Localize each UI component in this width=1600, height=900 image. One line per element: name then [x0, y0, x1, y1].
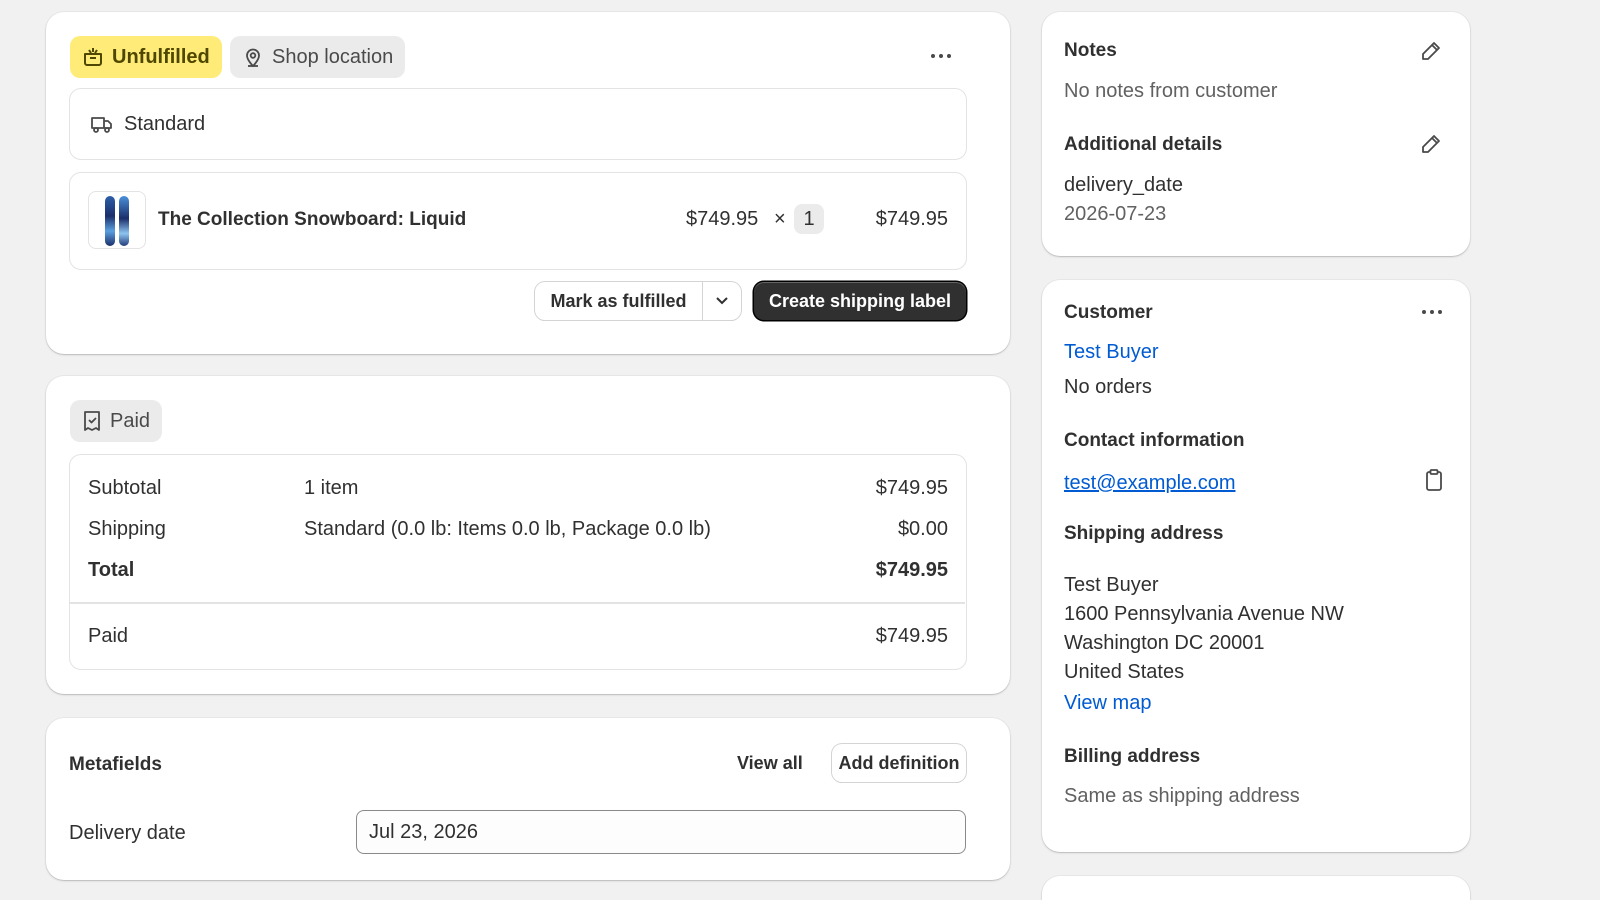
address-line: Washington DC 20001	[1064, 632, 1265, 654]
paid-badge-label: Paid	[110, 409, 151, 432]
paid-badge: Paid	[70, 400, 163, 442]
view-map-link[interactable]: View map	[1064, 692, 1151, 715]
product-thumbnail[interactable]	[88, 191, 146, 249]
fulfill-options-dropdown[interactable]	[703, 282, 741, 320]
detail-key: delivery_date	[1064, 174, 1183, 196]
times-sign: ×	[774, 208, 786, 230]
view-all-link[interactable]: View all	[737, 753, 803, 774]
shipping-address-title: Shipping address	[1064, 523, 1224, 544]
unfulfilled-label: Unfulfilled	[112, 45, 210, 68]
shipping-method-label: Standard	[124, 113, 206, 135]
billing-address-title: Billing address	[1064, 746, 1201, 767]
subtotal-label: Subtotal	[88, 477, 162, 499]
total-amount: $749.95	[875, 559, 948, 581]
shipping-desc: Standard (0.0 lb: Items 0.0 lb, Package …	[304, 518, 711, 540]
subtotal-amount: $749.95	[875, 477, 948, 499]
notes-text: No notes from customer	[1064, 80, 1278, 102]
line-item-box: The Collection Snowboard: Liquid $749.95…	[69, 172, 967, 270]
create-shipping-label-button[interactable]: Create shipping label	[754, 282, 966, 320]
notes-title: Notes	[1064, 40, 1117, 61]
metafields-card: Metafields View all Add definition Deliv…	[46, 718, 1010, 880]
shop-location-badge: Shop location	[230, 36, 406, 78]
next-card-partial	[1042, 876, 1470, 900]
shipping-method-box: Standard	[69, 88, 967, 160]
subtotal-desc: 1 item	[304, 477, 359, 499]
additional-details-title: Additional details	[1064, 134, 1223, 155]
detail-value: 2026-07-23	[1064, 203, 1167, 225]
customer-orders: No orders	[1064, 376, 1152, 398]
chevron-down-icon	[716, 297, 728, 305]
shipping-amount: $0.00	[897, 518, 948, 540]
customer-email-link[interactable]: test@example.com	[1064, 472, 1235, 495]
mark-as-fulfilled-label: Mark as fulfilled	[550, 290, 687, 311]
unfulfilled-icon	[84, 48, 102, 66]
product-title[interactable]: The Collection Snowboard: Liquid	[158, 209, 466, 231]
quantity-badge: 1	[794, 204, 824, 234]
shop-location-label: Shop location	[272, 45, 394, 68]
paid-row-amount: $749.95	[875, 625, 948, 647]
copy-clipboard-icon[interactable]	[1424, 468, 1444, 492]
total-label: Total	[88, 559, 135, 581]
customer-title: Customer	[1064, 302, 1153, 323]
more-actions-icon[interactable]	[931, 54, 951, 58]
notes-card: Notes No notes from customer Additional …	[1042, 12, 1470, 256]
location-pin-icon	[246, 48, 260, 68]
address-line: United States	[1064, 661, 1185, 683]
customer-more-actions-icon[interactable]	[1422, 310, 1442, 314]
receipt-check-icon	[84, 411, 100, 431]
delivery-date-label: Delivery date	[69, 822, 186, 844]
contact-info-title: Contact information	[1064, 430, 1245, 451]
edit-notes-pencil-icon[interactable]	[1420, 40, 1442, 62]
delivery-date-input[interactable]: Jul 23, 2026	[356, 810, 966, 854]
customer-card: Customer Test Buyer No orders Contact in…	[1042, 280, 1470, 852]
unfulfilled-badge: Unfulfilled	[70, 36, 222, 78]
metafields-title: Metafields	[69, 754, 162, 775]
truck-icon	[91, 117, 112, 133]
create-shipping-label-text: Create shipping label	[768, 290, 952, 311]
unit-price: $749.95	[686, 208, 759, 230]
shipping-label: Shipping	[88, 518, 166, 540]
customer-name-link[interactable]: Test Buyer	[1064, 341, 1158, 364]
address-line: Test Buyer	[1064, 574, 1159, 596]
payment-card: Paid Subtotal 1 item $749.95 Shipping St…	[46, 376, 1010, 694]
billing-address-text: Same as shipping address	[1064, 785, 1300, 807]
add-definition-label: Add definition	[838, 752, 960, 773]
add-definition-button[interactable]: Add definition	[832, 744, 966, 782]
payment-summary-box: Subtotal 1 item $749.95 Shipping Standar…	[69, 454, 967, 670]
delivery-date-value: Jul 23, 2026	[369, 820, 478, 843]
mark-as-fulfilled-button[interactable]: Mark as fulfilled	[535, 282, 702, 320]
payment-divider	[70, 602, 965, 604]
fulfillment-card: Unfulfilled Shop location Standard The C…	[46, 12, 1010, 354]
edit-details-pencil-icon[interactable]	[1420, 133, 1442, 155]
paid-row-label: Paid	[88, 625, 129, 647]
line-item-total: $749.95	[875, 208, 948, 230]
address-line: 1600 Pennsylvania Avenue NW	[1064, 603, 1344, 625]
